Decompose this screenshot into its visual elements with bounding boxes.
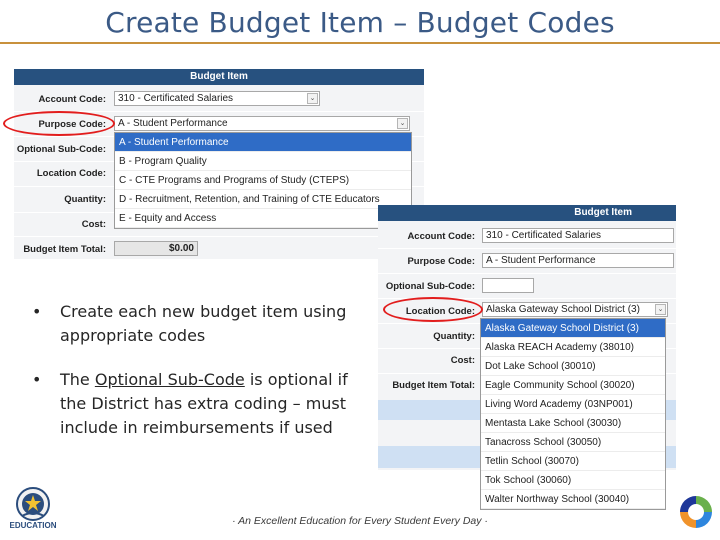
purpose-code-dropdown[interactable]: A - Student Performance B - Program Qual… bbox=[114, 132, 412, 229]
purpose-option[interactable]: D - Recruitment, Retention, and Training… bbox=[115, 190, 411, 209]
chevron-down-icon: ⌄ bbox=[397, 118, 408, 129]
budget-item-total-label: Budget Item Total: bbox=[392, 380, 475, 391]
purpose-option[interactable]: B - Program Quality bbox=[115, 152, 411, 171]
location-option[interactable]: Dot Lake School (30010) bbox=[481, 357, 665, 376]
optional-sub-code-label: Optional Sub-Code: bbox=[385, 281, 475, 292]
purpose-option[interactable]: E - Equity and Access bbox=[115, 209, 411, 228]
purpose-code-label: Purpose Code: bbox=[407, 256, 475, 267]
row-divider bbox=[14, 236, 424, 237]
row-divider bbox=[378, 273, 676, 274]
location-option[interactable]: Walter Northway School (30040) bbox=[481, 490, 665, 509]
location-option[interactable]: Tetlin School (30070) bbox=[481, 452, 665, 471]
account-code-value: 310 - Certificated Salaries bbox=[118, 93, 234, 104]
bullet-list: • Create each new budget item using appr… bbox=[30, 300, 360, 460]
budget-item-total-value: $0.00 bbox=[168, 243, 194, 254]
location-code-label: Location Code: bbox=[36, 168, 106, 179]
location-code-select[interactable]: Alaska Gateway School District (3) ⌄ bbox=[482, 302, 668, 317]
footer-tagline: · An Excellent Education for Every Stude… bbox=[232, 515, 488, 527]
location-option[interactable]: Mentasta Lake School (30030) bbox=[481, 414, 665, 433]
bullet-text: Create each new budget item using approp… bbox=[60, 302, 347, 345]
location-option[interactable]: Tanacross School (30050) bbox=[481, 433, 665, 452]
purpose-code-highlight bbox=[3, 111, 115, 136]
account-code-label: Account Code: bbox=[38, 94, 106, 105]
panel-header: Budget Item bbox=[14, 69, 424, 85]
purpose-code-value: A - Student Performance bbox=[486, 255, 596, 266]
row-divider bbox=[378, 248, 676, 249]
location-code-dropdown[interactable]: Alaska Gateway School District (3) Alask… bbox=[480, 318, 666, 510]
chevron-down-icon: ⌄ bbox=[655, 304, 666, 315]
quantity-label: Quantity: bbox=[64, 194, 106, 205]
location-option[interactable]: Living Word Academy (03NP001) bbox=[481, 395, 665, 414]
location-code-highlight bbox=[383, 297, 483, 322]
purpose-code-select[interactable]: A - Student Performance ⌄ bbox=[114, 116, 410, 131]
location-option[interactable]: Alaska Gateway School District (3) bbox=[481, 319, 665, 338]
chevron-down-icon: ⌄ bbox=[307, 93, 318, 104]
title-divider bbox=[0, 42, 720, 44]
bullet-icon: • bbox=[32, 370, 42, 389]
purpose-option[interactable]: C - CTE Programs and Programs of Study (… bbox=[115, 171, 411, 190]
optional-sub-code-term: Optional Sub-Code bbox=[94, 370, 245, 389]
budget-item-total-label: Budget Item Total: bbox=[23, 244, 106, 255]
account-code-value: 310 - Certificated Salaries bbox=[486, 230, 602, 241]
bullet-item: • The Optional Sub-Code is optional if t… bbox=[30, 368, 360, 440]
location-option[interactable]: Alaska REACH Academy (38010) bbox=[481, 338, 665, 357]
purpose-option[interactable]: A - Student Performance bbox=[115, 133, 411, 152]
cost-label: Cost: bbox=[450, 355, 475, 366]
location-code-value: Alaska Gateway School District (3) bbox=[486, 304, 640, 315]
bullet-item: • Create each new budget item using appr… bbox=[30, 300, 360, 348]
account-code-select[interactable]: 310 - Certificated Salaries bbox=[482, 228, 674, 243]
panel-header: Budget Item bbox=[378, 205, 676, 221]
optional-sub-code-input[interactable] bbox=[482, 278, 534, 293]
education-logo: EDUCATION bbox=[4, 486, 62, 536]
purpose-code-value: A - Student Performance bbox=[118, 118, 228, 129]
budget-item-panel-location: Budget Item Account Code: 310 - Certific… bbox=[378, 205, 676, 510]
budget-item-total-field: $0.00 bbox=[114, 241, 198, 256]
location-option[interactable]: Tok School (30060) bbox=[481, 471, 665, 490]
bullet-icon: • bbox=[32, 302, 42, 321]
quantity-label: Quantity: bbox=[433, 331, 475, 342]
location-option[interactable]: Eagle Community School (30020) bbox=[481, 376, 665, 395]
account-code-label: Account Code: bbox=[407, 231, 475, 242]
cost-label: Cost: bbox=[81, 219, 106, 230]
budget-item-panel-purpose: Budget Item Account Code: 310 - Certific… bbox=[14, 69, 424, 259]
bullet-text-pre: The bbox=[60, 370, 95, 389]
account-code-select[interactable]: 310 - Certificated Salaries ⌄ bbox=[114, 91, 320, 106]
slide-title: Create Budget Item – Budget Codes bbox=[105, 6, 615, 39]
purpose-code-select[interactable]: A - Student Performance bbox=[482, 253, 674, 268]
optional-sub-code-label: Optional Sub-Code: bbox=[16, 144, 106, 155]
